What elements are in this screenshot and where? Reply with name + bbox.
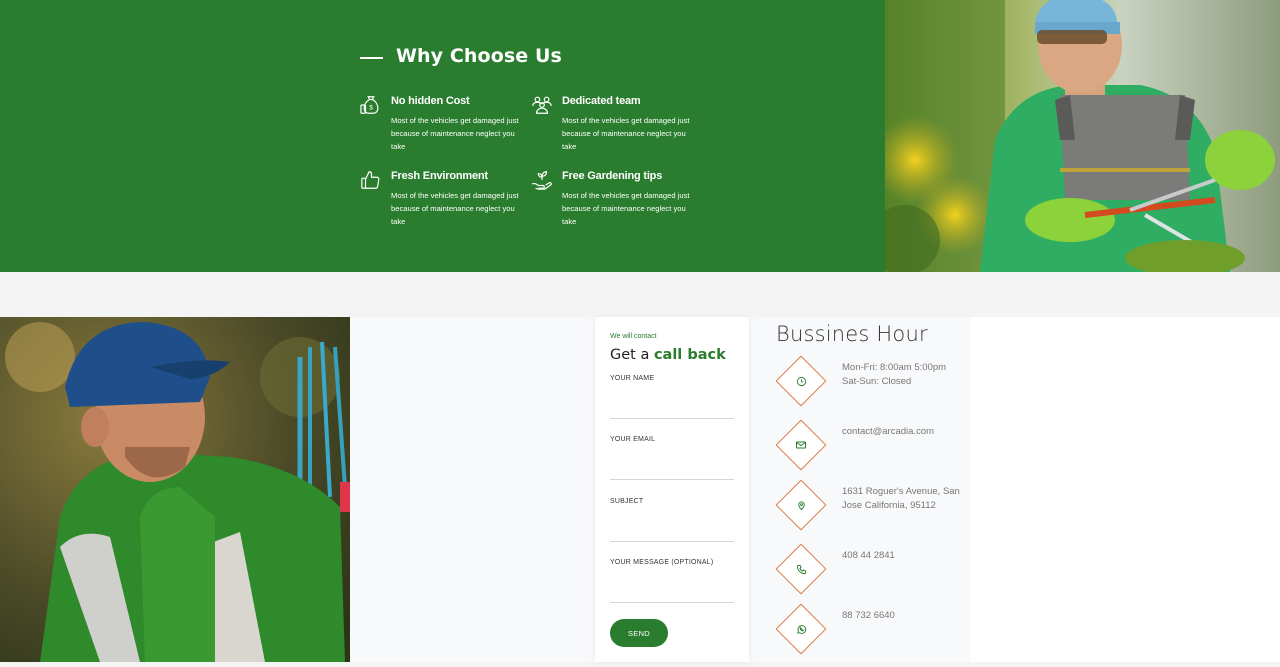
email-icon (792, 436, 810, 454)
why-choose-us-title: Why Choose Us (396, 45, 562, 67)
business-hours-title: Bussines Hour (776, 322, 928, 346)
info-text: 408 44 2841 (842, 550, 895, 561)
whatsapp-icon (792, 620, 810, 638)
info-text: Mon-Fri: 8:00am 5:00pm Sat-Sun: Closed (842, 362, 947, 387)
team-icon (532, 96, 552, 114)
info-text: contact@arcadia.com (842, 426, 935, 437)
message-label: YOUR MESSAGE (OPTIONAL) (610, 559, 714, 566)
gardener-rake-photo (0, 317, 350, 662)
form-heading: Get a call back (610, 347, 726, 363)
feature-description: Most of the vehicles get damaged just be… (562, 116, 690, 151)
feature-title: Fresh Environment (391, 170, 488, 182)
email-field: YOUR EMAIL (610, 436, 734, 480)
why-choose-us-panel: Why Choose Us $ No hidden Cost Most of t… (0, 0, 885, 272)
email-input[interactable] (610, 450, 734, 476)
thumbs-up-icon (361, 171, 380, 189)
feature-title: No hidden Cost (391, 95, 470, 107)
why-choose-us-heading: Why Choose Us (360, 45, 562, 67)
info-row-phone: 408 44 2841 (775, 543, 965, 595)
feature-title: Dedicated team (562, 95, 641, 107)
info-text: 88 732 6640 (842, 610, 895, 621)
subject-label: SUBJECT (610, 498, 644, 505)
send-button[interactable]: SEND (610, 619, 668, 647)
subject-input[interactable] (610, 512, 734, 538)
name-field: YOUR NAME (610, 375, 734, 419)
message-field: YOUR MESSAGE (OPTIONAL) (610, 559, 734, 603)
feature-description: Most of the vehicles get damaged just be… (562, 191, 690, 226)
svg-text:$: $ (369, 105, 373, 112)
hand-plant-icon (531, 171, 552, 190)
info-text: 1631 Roguer's Avenue, San Jose Californi… (842, 486, 960, 511)
location-pin-icon (792, 496, 810, 514)
name-label: YOUR NAME (610, 375, 655, 382)
form-heading-prefix: Get a (610, 347, 654, 363)
name-input[interactable] (610, 389, 734, 415)
subject-field: SUBJECT (610, 498, 734, 542)
form-eyebrow: We will contact (610, 333, 657, 340)
page: Why Choose Us $ No hidden Cost Most of t… (0, 0, 1280, 667)
message-input[interactable] (610, 573, 734, 599)
money-bag-icon: $ (360, 96, 379, 114)
clock-icon (792, 372, 810, 390)
feature-description: Most of the vehicles get damaged just be… (391, 191, 519, 226)
info-row-whatsapp: 88 732 6640 (775, 603, 965, 655)
phone-icon (792, 560, 810, 578)
heading-rule (360, 57, 383, 59)
info-row-hours: Mon-Fri: 8:00am 5:00pm Sat-Sun: Closed (775, 355, 965, 407)
form-heading-accent: call back (653, 347, 726, 363)
info-row-email: contact@arcadia.com (775, 419, 965, 471)
why-choose-us-section: Why Choose Us $ No hidden Cost Most of t… (0, 0, 1280, 272)
callback-form: We will contact Get a call back YOUR NAM… (595, 317, 749, 662)
feature-title: Free Gardening tips (562, 170, 663, 182)
info-row-address: 1631 Roguer's Avenue, San Jose Californi… (775, 479, 965, 531)
gardener-pruning-photo (885, 0, 1280, 272)
feature-description: Most of the vehicles get damaged just be… (391, 116, 519, 151)
email-label: YOUR EMAIL (610, 436, 656, 443)
